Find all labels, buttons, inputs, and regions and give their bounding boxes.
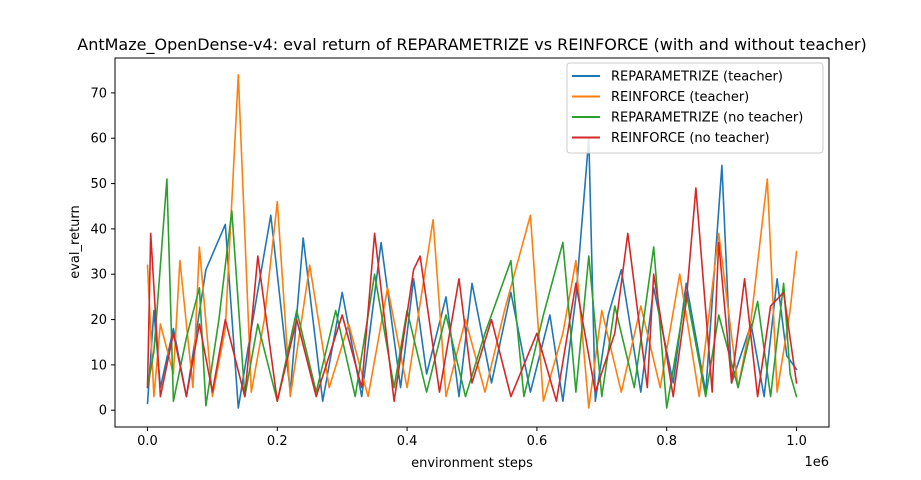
y-tick-label: 20	[90, 313, 107, 328]
legend-label: REINFORCE (teacher)	[611, 90, 749, 105]
legend-label: REPARAMETRIZE (teacher)	[611, 70, 783, 85]
x-tick-label: 0.2	[267, 434, 288, 449]
chart-title: AntMaze_OpenDense-v4: eval return of REP…	[77, 35, 866, 55]
y-tick-label: 0	[99, 404, 107, 419]
chart-figure: AntMaze_OpenDense-v4: eval return of REP…	[0, 0, 921, 480]
y-tick-label: 60	[90, 132, 107, 147]
y-axis-label: eval_return	[68, 205, 83, 279]
x-tick-label: 0.0	[137, 434, 158, 449]
y-tick-label: 70	[90, 86, 107, 101]
y-tick-label: 50	[90, 177, 107, 192]
x-axis-offset-label: 1e6	[804, 455, 829, 470]
legend: REPARAMETRIZE (teacher) REINFORCE (teache…	[566, 62, 824, 154]
x-axis-label: environment steps	[411, 456, 533, 471]
x-tick-label: 0.8	[656, 434, 677, 449]
legend-label: REINFORCE (no teacher)	[611, 131, 770, 146]
y-tick-label: 40	[90, 222, 107, 237]
x-tick-label: 1.0	[786, 434, 807, 449]
x-tick-label: 0.6	[527, 434, 548, 449]
x-tick-label: 0.4	[397, 434, 418, 449]
legend-label: REPARAMETRIZE (no teacher)	[611, 111, 803, 126]
y-tick-label: 30	[90, 268, 107, 283]
y-tick-label: 10	[90, 358, 107, 373]
